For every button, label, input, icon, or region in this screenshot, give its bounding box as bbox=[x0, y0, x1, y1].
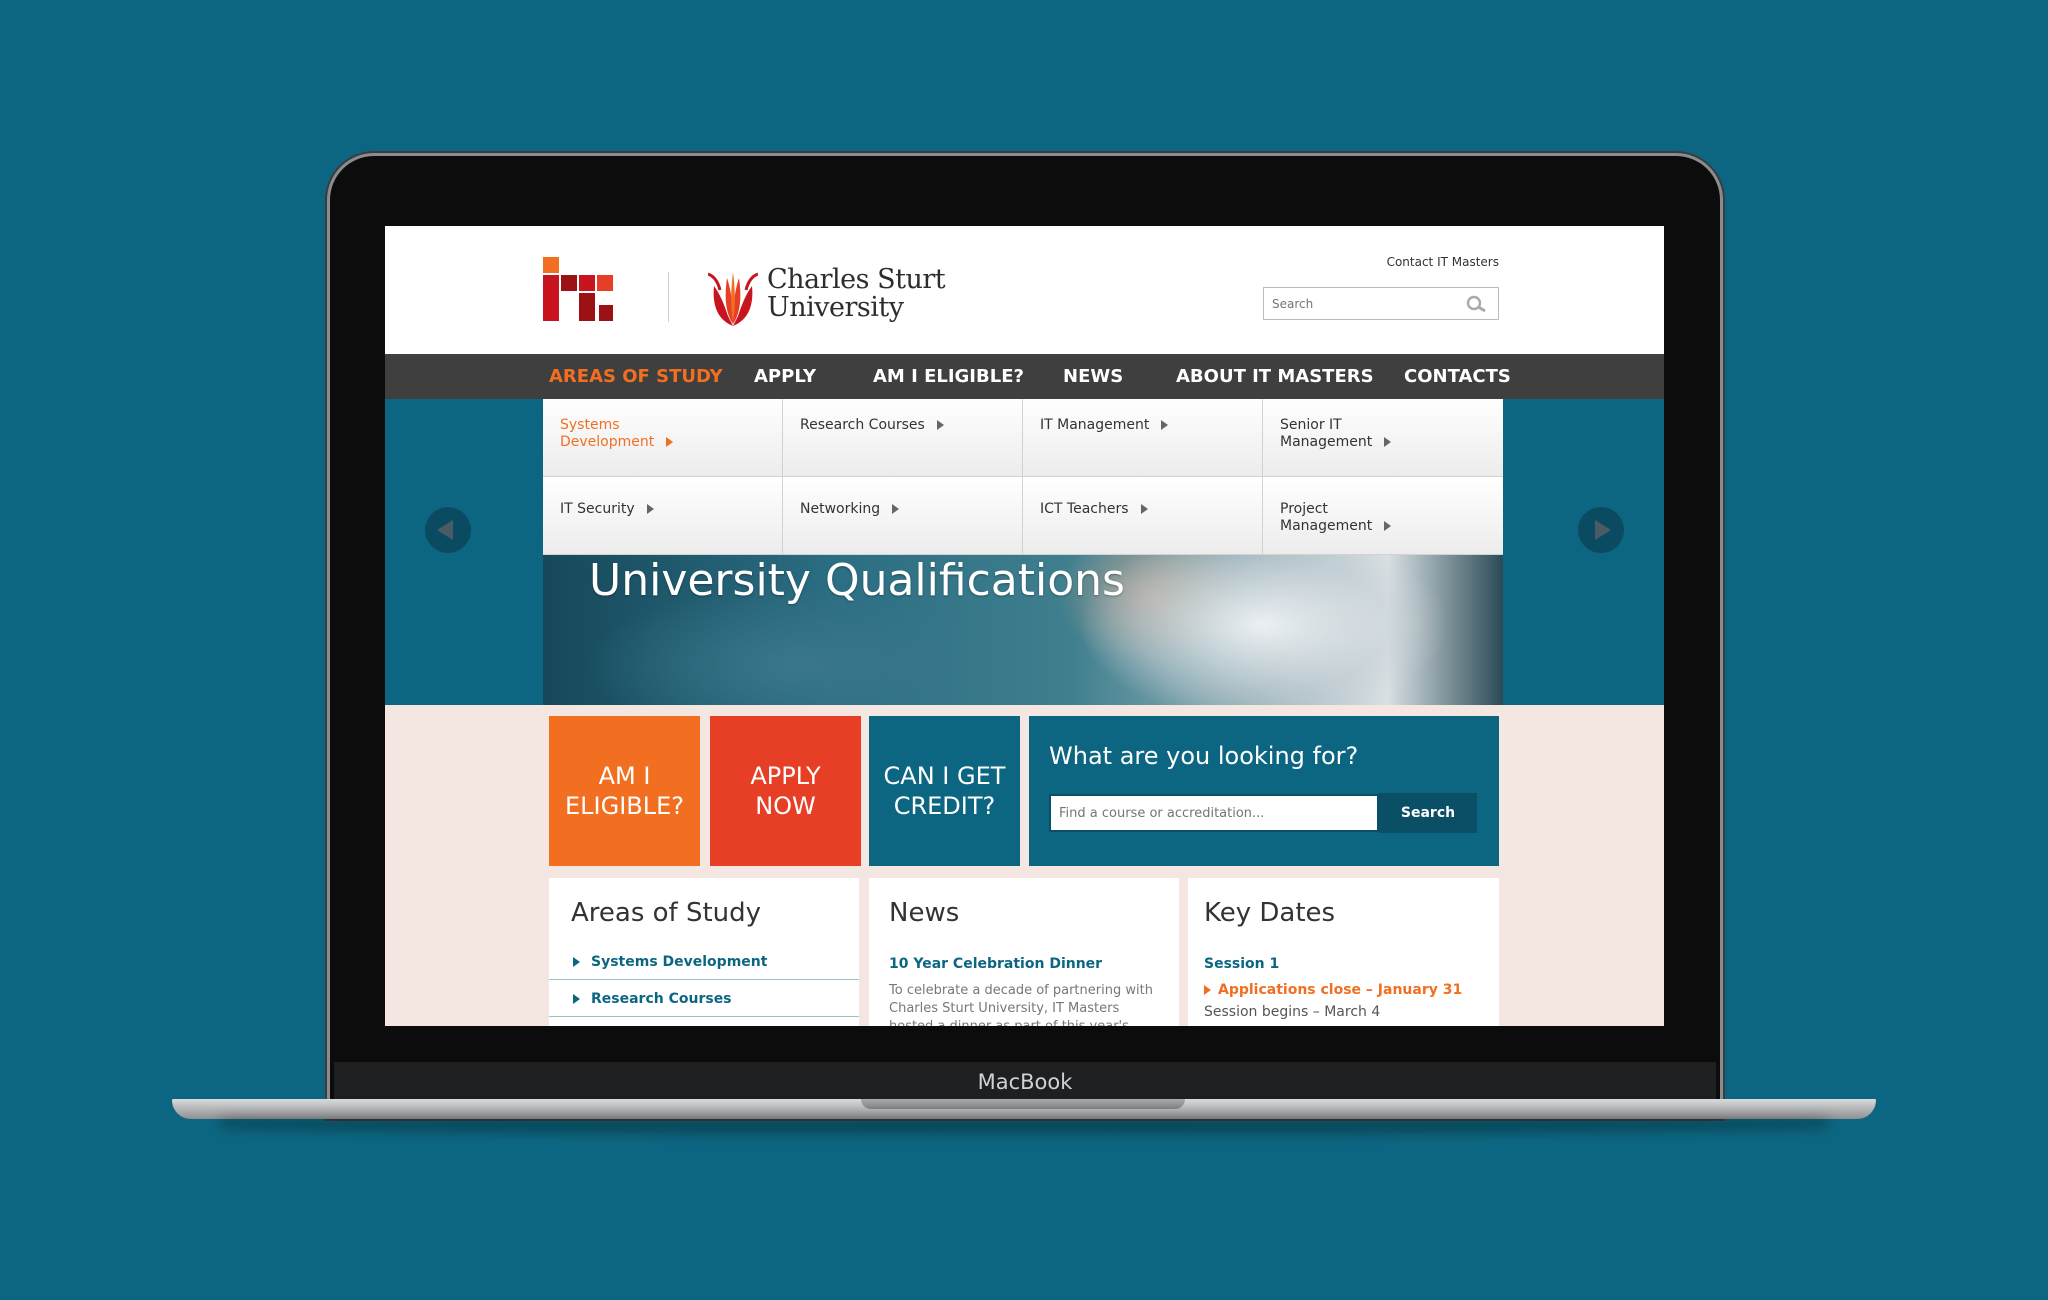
caret-right-icon bbox=[1204, 985, 1211, 995]
news-card: News 10 Year Celebration Dinner To celeb… bbox=[869, 878, 1179, 1026]
can-i-get-credit-tile[interactable]: CAN I GET CREDIT? bbox=[869, 716, 1020, 866]
key-dates-title: Key Dates bbox=[1204, 898, 1336, 928]
caret-right-icon bbox=[1140, 504, 1148, 514]
dropdown-item-systems-development[interactable]: Systems Development bbox=[543, 399, 783, 477]
contact-link[interactable]: Contact IT Masters bbox=[1387, 255, 1499, 269]
study-link-systems-development[interactable]: Systems Development bbox=[549, 944, 859, 980]
caret-right-icon bbox=[936, 420, 944, 430]
course-finder: What are you looking for? Search bbox=[1029, 716, 1499, 866]
university-name: Charles Sturt University bbox=[767, 264, 946, 323]
am-i-eligible-tile[interactable]: AM I ELIGIBLE? bbox=[549, 716, 700, 866]
caret-right-icon bbox=[573, 994, 580, 1004]
key-dates-applications-close[interactable]: Applications close – January 31 bbox=[1204, 982, 1462, 998]
site-header: Charles Sturt University Contact IT Mast… bbox=[385, 226, 1664, 354]
caret-right-icon bbox=[666, 437, 674, 447]
dropdown-item-it-security[interactable]: IT Security bbox=[543, 477, 783, 555]
course-finder-field bbox=[1049, 794, 1379, 832]
caret-right-icon bbox=[646, 504, 654, 514]
dropdown-item-label: Research Courses bbox=[800, 417, 925, 433]
dropdown-item-senior-it-management[interactable]: Senior IT Management bbox=[1263, 399, 1503, 477]
dropdown-item-research-courses[interactable]: Research Courses bbox=[783, 399, 1023, 477]
carousel-prev-button[interactable] bbox=[425, 507, 471, 553]
university-name-line1: Charles Sturt bbox=[767, 264, 946, 295]
study-link-label: Research Courses bbox=[591, 991, 732, 1007]
tile-label: NOW bbox=[755, 792, 816, 820]
hero-title: University Qualifications bbox=[589, 555, 1125, 606]
arrow-right-icon bbox=[1595, 520, 1611, 540]
news-excerpt: To celebrate a decade of partnering with… bbox=[889, 983, 1153, 1026]
key-dates-session-begins: Session begins – March 4 bbox=[1204, 1004, 1381, 1020]
dropdown-item-label: Systems bbox=[560, 417, 620, 433]
dropdown-item-label: Project bbox=[1280, 501, 1328, 517]
nav-am-i-eligible[interactable]: AM I ELIGIBLE? bbox=[873, 354, 1024, 399]
news-title: News bbox=[889, 898, 960, 928]
content-area: AM I ELIGIBLE? APPLY NOW CAN I GET CREDIT? … bbox=[385, 705, 1664, 1026]
applications-close-label: Applications close – January 31 bbox=[1218, 982, 1463, 998]
dropdown-item-label: Management bbox=[1280, 434, 1373, 450]
dropdown-item-label: ICT Teachers bbox=[1040, 501, 1129, 517]
laptop-shadow bbox=[220, 1119, 1828, 1133]
nav-contacts[interactable]: CONTACTS bbox=[1404, 354, 1511, 399]
caret-right-icon bbox=[573, 957, 580, 967]
areas-of-study-card: Areas of Study Systems Development Resea… bbox=[549, 878, 859, 1026]
nav-apply[interactable]: APPLY bbox=[754, 354, 816, 399]
caret-right-icon bbox=[1384, 521, 1392, 531]
nav-news[interactable]: NEWS bbox=[1063, 354, 1123, 399]
nav-about-it-masters[interactable]: ABOUT IT MASTERS bbox=[1176, 354, 1374, 399]
csu-emblem-icon bbox=[708, 272, 758, 326]
tile-label: CAN I GET bbox=[883, 762, 1006, 790]
main-nav: AREAS OF STUDY APPLY AM I ELIGIBLE? NEWS… bbox=[385, 354, 1664, 399]
tile-label: AM I bbox=[598, 762, 651, 790]
university-name-line2: University bbox=[767, 292, 904, 323]
key-dates-session: Session 1 bbox=[1204, 956, 1280, 972]
caret-right-icon bbox=[1161, 420, 1169, 430]
course-finder-title: What are you looking for? bbox=[1049, 742, 1359, 770]
tile-label: APPLY bbox=[750, 762, 821, 790]
browser-screen: Charles Sturt University Contact IT Mast… bbox=[385, 226, 1664, 1026]
arrow-left-icon bbox=[437, 520, 453, 540]
logo-divider bbox=[668, 272, 669, 322]
header-search bbox=[1263, 287, 1499, 320]
course-search-input[interactable] bbox=[1051, 796, 1377, 830]
caret-right-icon bbox=[892, 504, 900, 514]
dropdown-item-label: IT Security bbox=[560, 501, 635, 517]
course-search-button[interactable]: Search bbox=[1379, 793, 1477, 833]
dropdown-item-label: Senior IT bbox=[1280, 417, 1342, 433]
device-label: MacBook bbox=[977, 1070, 1073, 1094]
apply-now-tile[interactable]: APPLY NOW bbox=[710, 716, 861, 866]
nav-areas-of-study[interactable]: AREAS OF STUDY bbox=[549, 354, 723, 399]
areas-of-study-title: Areas of Study bbox=[571, 898, 762, 928]
dropdown-item-label: Development bbox=[560, 434, 655, 450]
news-headline[interactable]: 10 Year Celebration Dinner bbox=[889, 956, 1102, 972]
dropdown-item-it-management[interactable]: IT Management bbox=[1023, 399, 1263, 477]
search-icon[interactable] bbox=[1466, 295, 1488, 313]
hero-image: University Qualifications bbox=[543, 555, 1503, 705]
header-search-input[interactable] bbox=[1264, 288, 1460, 319]
dropdown-item-label: Networking bbox=[800, 501, 881, 517]
key-dates-card: Key Dates Session 1 Applications close –… bbox=[1188, 878, 1499, 1026]
areas-of-study-dropdown: Systems Development Research Courses IT … bbox=[543, 399, 1503, 555]
hero-carousel: University Qualifications Systems Develo… bbox=[385, 399, 1664, 705]
dropdown-item-label: IT Management bbox=[1040, 417, 1150, 433]
tile-label: CREDIT? bbox=[893, 792, 996, 820]
caret-right-icon bbox=[1384, 437, 1392, 447]
dropdown-item-ict-teachers[interactable]: ICT Teachers bbox=[1023, 477, 1263, 555]
tile-label: ELIGIBLE? bbox=[564, 792, 685, 820]
dropdown-item-networking[interactable]: Networking bbox=[783, 477, 1023, 555]
study-link-research-courses[interactable]: Research Courses bbox=[549, 981, 859, 1017]
laptop-notch bbox=[861, 1099, 1185, 1109]
dropdown-item-project-management[interactable]: Project Management bbox=[1263, 477, 1503, 555]
it-masters-logo[interactable] bbox=[543, 257, 633, 321]
study-link-label: Systems Development bbox=[591, 954, 768, 970]
dropdown-item-label: Management bbox=[1280, 518, 1373, 534]
carousel-next-button[interactable] bbox=[1578, 507, 1624, 553]
